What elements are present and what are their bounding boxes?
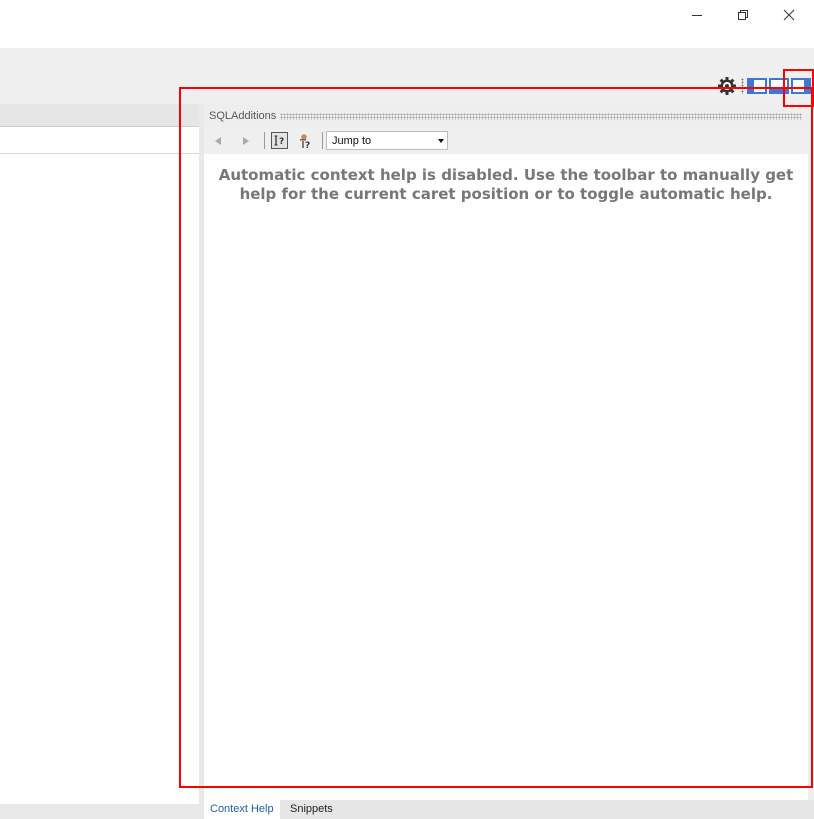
tab-snippets[interactable]: Snippets <box>284 800 339 819</box>
restore-icon <box>738 10 748 20</box>
layout-right-icon[interactable] <box>791 78 811 94</box>
panel-tabs: Context Help Snippets <box>204 800 814 819</box>
auto-help-icon[interactable]: ? <box>297 133 313 149</box>
svg-text:?: ? <box>305 141 310 149</box>
left-pane-header <box>0 104 199 127</box>
layout-bottom-icon[interactable] <box>769 78 789 94</box>
manual-help-icon[interactable]: ? <box>271 132 288 149</box>
close-button[interactable] <box>766 0 812 30</box>
toolbar-separator <box>322 132 323 149</box>
main-toolbar <box>0 48 814 104</box>
minimize-button[interactable] <box>674 0 720 30</box>
forward-icon[interactable] <box>238 133 254 149</box>
help-message: Automatic context help is disabled. Use … <box>218 166 794 203</box>
panel-title: SQLAdditions <box>204 108 803 124</box>
toolbar-separator <box>264 132 265 149</box>
close-icon <box>783 9 795 21</box>
jump-to-select[interactable]: Jump to <box>326 131 448 150</box>
gear-icon[interactable] <box>717 76 737 96</box>
help-toolbar: ? ? Jump to <box>204 128 808 154</box>
svg-text:?: ? <box>279 137 284 147</box>
panel-title-grip <box>280 112 803 120</box>
toolbar-grip <box>741 78 744 94</box>
chevron-down-icon <box>438 139 444 143</box>
title-bar <box>0 0 814 48</box>
restore-button[interactable] <box>720 0 766 30</box>
context-help-content: Automatic context help is disabled. Use … <box>204 154 808 800</box>
left-pane-subheader <box>0 127 199 154</box>
back-icon[interactable] <box>210 133 226 149</box>
jump-to-value: Jump to <box>332 135 372 147</box>
tab-context-help[interactable]: Context Help <box>204 800 280 819</box>
layout-left-icon[interactable] <box>747 78 767 94</box>
left-pane-footer <box>0 804 199 819</box>
left-pane[interactable] <box>0 154 199 804</box>
minimize-icon <box>692 15 702 16</box>
panel-title-label: SQLAdditions <box>209 110 277 122</box>
